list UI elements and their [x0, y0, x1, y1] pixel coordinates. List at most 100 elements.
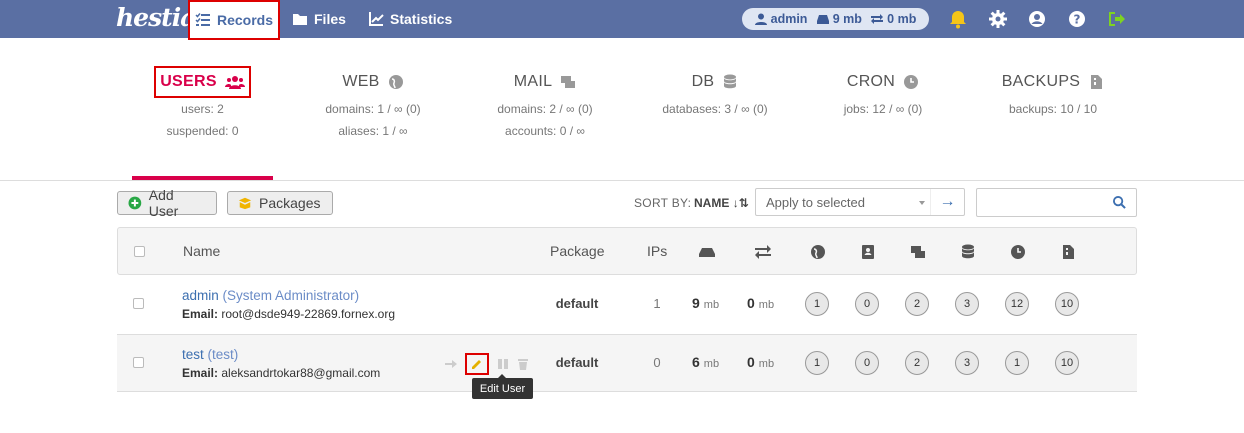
tab-mail[interactable]: MAIL domains: 2 / ∞ (0) accounts: 0 / ∞: [465, 66, 625, 142]
pill-disk-label: 9 mb: [832, 12, 862, 26]
tab-web-stat: domains: 1 / ∞ (0): [325, 102, 421, 116]
nav-records[interactable]: Records: [188, 0, 280, 40]
disk-unit: mb: [703, 358, 720, 370]
edit-user-button[interactable]: [465, 353, 489, 375]
user-name-link[interactable]: test (test): [182, 347, 238, 362]
trash-icon[interactable]: [517, 358, 529, 370]
mail-bulk-icon: [561, 76, 576, 88]
login-as-icon[interactable]: [445, 358, 457, 370]
row-checkbox[interactable]: [133, 357, 144, 368]
sort-by-label: SORT BY:: [634, 196, 692, 210]
tab-cron[interactable]: CRON jobs: 12 / ∞ (0): [808, 66, 958, 120]
bulk-action-select[interactable]: Apply to selected →: [755, 188, 965, 216]
tab-users-title: USERS: [154, 66, 251, 98]
apply-arrow-button[interactable]: →: [930, 189, 964, 215]
email-label: Email:: [182, 307, 219, 321]
tab-users-stat: users: 2: [181, 102, 224, 116]
web-count-badge: 1: [805, 292, 829, 316]
globe-icon: [388, 75, 403, 89]
user-fullname: (test): [207, 347, 239, 362]
user-email: Email: root@dsde949-22869.fornex.org: [182, 307, 395, 321]
pill-bandwidth: 0 mb: [871, 12, 916, 26]
database-icon: [724, 74, 737, 89]
disk-value: 6: [692, 354, 700, 370]
user-disk: 9 mb: [692, 295, 719, 311]
pencil-icon: [472, 360, 481, 369]
user-circle-icon[interactable]: [1027, 9, 1047, 29]
tab-db-label: DB: [691, 73, 715, 90]
hdd-icon: [699, 248, 715, 257]
tab-web-title: WEB: [298, 66, 448, 98]
user-ips: 0: [653, 355, 661, 370]
header-package[interactable]: Package: [550, 243, 604, 259]
hdd-icon: [816, 15, 829, 24]
gear-icon[interactable]: [988, 9, 1008, 29]
tab-web[interactable]: WEB domains: 1 / ∞ (0) aliases: 1 / ∞: [298, 66, 448, 142]
bell-icon[interactable]: [948, 9, 968, 29]
user-bandwidth: 0 mb: [747, 354, 774, 370]
db-count-badge: 3: [955, 292, 979, 316]
tab-mail-stat: domains: 2 / ∞ (0): [497, 102, 593, 116]
sort-by-value: NAME: [694, 196, 730, 210]
mail-bulk-icon: [911, 246, 925, 258]
edit-user-tooltip: Edit User: [472, 374, 533, 399]
username[interactable]: test: [182, 347, 204, 362]
nav-statistics[interactable]: Statistics: [368, 0, 452, 38]
backups-count-badge: 10: [1055, 292, 1079, 316]
bandwidth-unit: mb: [758, 299, 775, 311]
users-icon: [224, 76, 245, 89]
tab-users-label: USERS: [160, 73, 217, 90]
pill-user-label: admin: [770, 12, 808, 26]
address-book-icon: [862, 245, 874, 259]
sort-by-dropdown[interactable]: NAME ↓⇅: [694, 196, 749, 210]
user-name-link[interactable]: admin (System Administrator): [182, 288, 359, 303]
tab-backups-stat: backups: 10 / 10: [1008, 102, 1098, 116]
disk-unit: mb: [703, 299, 720, 311]
add-user-button[interactable]: Add User: [117, 187, 217, 219]
row-checkbox[interactable]: [133, 298, 144, 309]
packages-label: Packages: [259, 195, 321, 211]
table-row[interactable]: test (test) Email: aleksandrtokar88@gmai…: [117, 334, 1137, 392]
tab-backups[interactable]: BACKUPS backups: 10 / 10: [978, 66, 1128, 120]
header-name[interactable]: Name: [183, 243, 220, 259]
tab-cron-stat: jobs: 12 / ∞ (0): [843, 102, 923, 116]
table-row[interactable]: admin (System Administrator) Email: root…: [117, 276, 1137, 334]
question-icon[interactable]: ?: [1067, 9, 1087, 29]
folder-icon: [293, 14, 307, 25]
search-icon[interactable]: [1113, 196, 1126, 209]
pill-user: admin: [754, 12, 808, 26]
select-all-checkbox[interactable]: [134, 246, 145, 257]
user-usage-pill[interactable]: admin 9 mb 0 mb: [742, 8, 929, 30]
search-input[interactable]: [976, 188, 1137, 217]
tab-db[interactable]: DB databases: 3 / ∞ (0): [640, 66, 790, 120]
file-archive-icon: [1091, 75, 1103, 89]
clock-icon: [1011, 245, 1025, 259]
web-count-badge: 1: [805, 351, 829, 375]
pause-icon[interactable]: [497, 358, 509, 370]
hestia-logo[interactable]: hestia: [116, 3, 196, 32]
bandwidth-value: 0: [747, 295, 755, 311]
top-navbar: hestia Records Files Statistics admin 9 …: [0, 0, 1244, 40]
bandwidth-unit: mb: [758, 358, 775, 370]
table-header: Name Package IPs: [117, 227, 1137, 275]
email-value: aleksandrtokar88@gmail.com: [221, 366, 381, 380]
tab-web-label: WEB: [342, 73, 380, 90]
username[interactable]: admin: [182, 288, 219, 303]
tab-users[interactable]: USERS users: 2 suspended: 0: [132, 66, 273, 142]
user-disk: 6 mb: [692, 354, 719, 370]
database-icon: [962, 244, 974, 259]
nav-files-label: Files: [314, 11, 346, 27]
pill-disk: 9 mb: [816, 12, 862, 26]
header-ips[interactable]: IPs: [647, 243, 667, 259]
nav-files[interactable]: Files: [292, 0, 346, 38]
list-check-icon: [195, 13, 210, 26]
packages-button[interactable]: Packages: [227, 191, 333, 215]
row-actions: [445, 353, 529, 375]
db-count-badge: 3: [955, 351, 979, 375]
nav-records-label: Records: [216, 12, 274, 28]
cron-count-badge: 1: [1005, 351, 1029, 375]
logout-icon[interactable]: [1106, 9, 1126, 29]
tab-backups-label: BACKUPS: [1001, 73, 1081, 90]
nav-statistics-label: Statistics: [390, 11, 453, 27]
mail-count-badge: 2: [905, 292, 929, 316]
